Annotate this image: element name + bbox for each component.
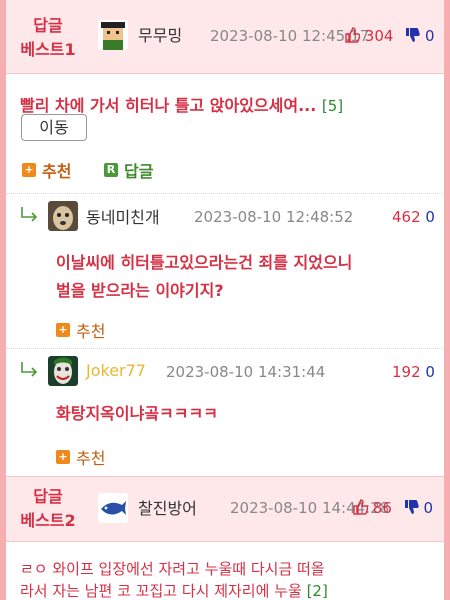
recommend-button[interactable]: + 추천 xyxy=(56,445,105,469)
reply-count: [5] xyxy=(321,97,344,115)
reply-arrow-icon xyxy=(20,361,40,383)
author-name[interactable]: 동네미친개 xyxy=(86,204,160,228)
author-name[interactable]: 찰진방어 xyxy=(138,495,197,519)
vote-counts: 86 0 xyxy=(352,499,433,519)
upvote-count: 192 xyxy=(392,363,421,381)
downvote-count: 0 xyxy=(425,363,435,381)
reply-arrow-icon xyxy=(20,206,40,228)
thumbs-up-icon[interactable] xyxy=(352,499,369,519)
comment-panel: 답글 베스트1 무무밍 2023-08-10 12:45:17 304 0 빨리… xyxy=(6,0,444,600)
avatar[interactable] xyxy=(48,201,78,231)
post-date: 2023-08-10 14:31:44 xyxy=(166,363,326,381)
best-reply-title[interactable]: 빨리 차에 가서 히터나 틀고 앉아있으세여... [5] xyxy=(20,92,343,116)
avatar[interactable] xyxy=(98,20,128,50)
plus-icon: + xyxy=(22,163,36,177)
downvote-count: 0 xyxy=(423,499,433,517)
reply-text: 이날씨에 히터틀고있으라는건 죄를 지었으니 벌을 받으라는 이야기지? xyxy=(56,253,353,300)
thumbs-down-icon[interactable] xyxy=(404,27,420,47)
plus-icon: + xyxy=(56,323,70,337)
thumbs-up-icon[interactable] xyxy=(344,27,361,47)
move-button[interactable]: 이동 xyxy=(21,114,87,141)
plus-icon: + xyxy=(56,450,70,464)
reply-r-icon: R xyxy=(104,163,118,177)
post-date: 2023-08-10 12:48:52 xyxy=(194,208,354,226)
recommend-button[interactable]: + 추천 xyxy=(22,158,71,182)
downvote-count: 0 xyxy=(424,27,435,45)
divider xyxy=(6,193,444,194)
reply-text: 화탕지옥이냐곸ㅋㅋㅋㅋ xyxy=(56,404,218,423)
reply-button[interactable]: R 답글 xyxy=(104,158,153,182)
upvote-count: 86 xyxy=(372,499,392,517)
upvote-count: 304 xyxy=(364,27,394,45)
best-badge: 답글 베스트2 xyxy=(20,487,76,530)
recommend-button[interactable]: + 추천 xyxy=(56,318,105,342)
best-reply-header-1: 답글 베스트1 무무밍 2023-08-10 12:45:17 304 0 xyxy=(6,0,444,74)
divider xyxy=(6,348,444,349)
avatar[interactable] xyxy=(48,356,78,386)
vote-counts: 462 0 xyxy=(392,208,435,226)
downvote-count: 0 xyxy=(425,208,435,226)
author-name[interactable]: 무무밍 xyxy=(138,22,182,46)
best-reply-body[interactable]: ㄹㅇ 와이프 입장에선 자려고 누울때 다시금 떠올 라서 자는 남편 코 꼬집… xyxy=(20,558,440,600)
reply-count: [2] xyxy=(306,582,328,600)
thumbs-down-icon[interactable] xyxy=(403,499,419,519)
upvote-count: 462 xyxy=(392,208,421,226)
best-badge: 답글 베스트1 xyxy=(20,16,76,59)
best-reply-header-2: 답글 베스트2 찰진방어 2023-08-10 14:44:28 86 0 xyxy=(6,476,444,542)
vote-counts: 304 0 xyxy=(344,27,435,47)
vote-counts: 192 0 xyxy=(392,363,435,381)
author-name[interactable]: Joker77 xyxy=(86,361,146,380)
avatar[interactable] xyxy=(98,493,128,523)
